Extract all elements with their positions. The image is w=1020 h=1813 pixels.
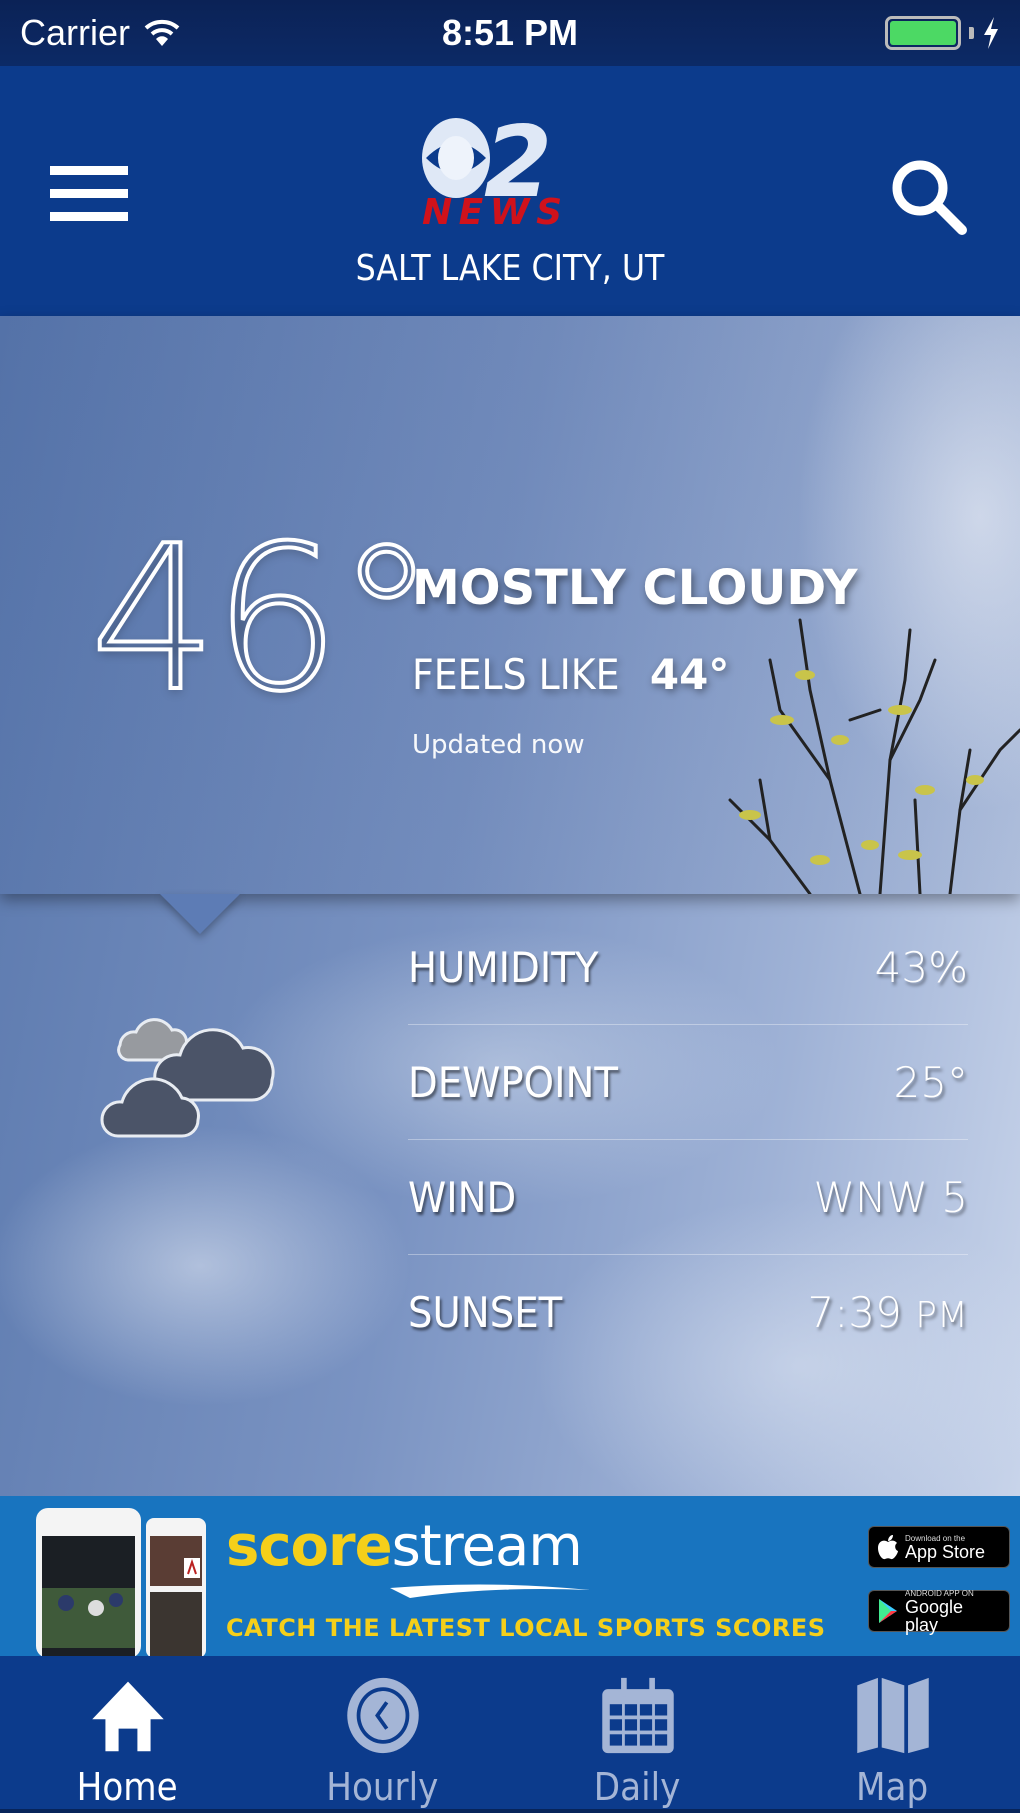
hamburger-menu-icon-bar bbox=[50, 166, 128, 175]
feels-like-value: 44° bbox=[649, 650, 730, 699]
status-right bbox=[885, 16, 1000, 50]
detail-value-text: WNW 5 bbox=[813, 1172, 968, 1222]
apple-icon bbox=[878, 1535, 898, 1560]
feels-like-label: FEELS LIKE bbox=[412, 650, 620, 699]
mostly-cloudy-icon bbox=[100, 1018, 275, 1138]
panel-pointer bbox=[160, 894, 240, 934]
wifi-icon bbox=[144, 19, 180, 46]
detail-row-sunset: SUNSET 7:39 PM bbox=[408, 1255, 968, 1370]
detail-row-dewpoint: DEWPOINT 25° bbox=[408, 1025, 968, 1140]
detail-value-text: 43% bbox=[874, 942, 968, 992]
detail-label: SUNSET bbox=[408, 1288, 563, 1337]
station-logo[interactable]: 2 NEWS bbox=[418, 116, 598, 226]
status-bar: Carrier 8:51 PM bbox=[0, 0, 1020, 66]
logo-news-text: NEWS bbox=[422, 192, 562, 226]
updated-label: Updated now bbox=[412, 730, 585, 760]
detail-row-wind: WIND WNW 5 bbox=[408, 1140, 968, 1255]
detail-value: 25° bbox=[894, 1058, 968, 1107]
tab-label: Map bbox=[856, 1765, 929, 1809]
detail-label: DEWPOINT bbox=[408, 1057, 619, 1107]
tab-label: Home bbox=[77, 1765, 178, 1809]
details-list: HUMIDITY 43% DEWPOINT 25° WIND WNW 5 SUN… bbox=[408, 910, 968, 1370]
ad-swoosh-graphic bbox=[390, 1584, 590, 1598]
app-store-badge[interactable]: Download on the App Store bbox=[868, 1526, 1010, 1568]
charging-bolt-icon bbox=[984, 17, 998, 49]
hamburger-menu-icon-bar bbox=[50, 189, 128, 198]
detail-value: WNW 5 bbox=[813, 1173, 968, 1222]
app-header: 2 NEWS SALT LAKE CITY, UT bbox=[0, 66, 1020, 316]
search-icon[interactable] bbox=[888, 156, 970, 238]
carrier-label: Carrier bbox=[20, 12, 131, 53]
home-icon bbox=[91, 1681, 164, 1752]
detail-label: WIND bbox=[408, 1172, 517, 1222]
status-left: Carrier bbox=[20, 12, 180, 54]
feels-like: FEELS LIKE 44° bbox=[412, 650, 729, 699]
battery-icon bbox=[885, 16, 961, 50]
detail-row-humidity: HUMIDITY 43% bbox=[408, 910, 968, 1025]
battery-fill bbox=[890, 21, 956, 45]
detail-value-text: 7:39 bbox=[807, 1288, 902, 1337]
app-store-big-text: App Store bbox=[905, 1541, 986, 1562]
tab-bar: Home Hourly Daily Map bbox=[0, 1656, 1020, 1813]
tree-branches-image bbox=[728, 618, 1020, 894]
ad-banner[interactable]: scorestream CATCH THE LATEST LOCAL SPORT… bbox=[0, 1496, 1020, 1656]
location-label: SALT LAKE CITY, UT bbox=[355, 248, 665, 289]
ad-brand: scorestream bbox=[226, 1514, 583, 1579]
current-temperature: 46° bbox=[88, 503, 438, 736]
detail-value: 43% bbox=[875, 943, 968, 992]
ad-phones-image bbox=[36, 1508, 206, 1656]
ad-tagline: CATCH THE LATEST LOCAL SPORTS SCORES bbox=[226, 1614, 826, 1642]
tab-daily[interactable]: Daily bbox=[510, 1656, 765, 1809]
ad-brand-stream: stream bbox=[391, 1514, 583, 1579]
tab-home[interactable]: Home bbox=[0, 1656, 255, 1809]
google-play-icon bbox=[878, 1599, 897, 1623]
detail-value-unit: PM bbox=[915, 1295, 968, 1336]
tab-map[interactable]: Map bbox=[765, 1656, 1020, 1809]
google-play-badge[interactable]: ANDROID APP ON Google play bbox=[868, 1589, 1010, 1634]
map-icon bbox=[856, 1677, 929, 1754]
detail-label: HUMIDITY bbox=[408, 942, 599, 992]
menu-button[interactable] bbox=[50, 166, 128, 222]
condition-label: MOSTLY CLOUDY bbox=[412, 560, 858, 616]
google-play-big-text: Google play bbox=[904, 1596, 964, 1635]
ad-brand-score: score bbox=[226, 1514, 393, 1579]
clock-icon bbox=[346, 1677, 419, 1754]
google-play-text: ANDROID APP ON Google play bbox=[905, 1589, 1001, 1634]
calendar-icon bbox=[601, 1677, 674, 1754]
detail-value-text: 25° bbox=[893, 1057, 968, 1107]
tab-label: Hourly bbox=[326, 1765, 439, 1809]
app-store-text: Download on the App Store bbox=[905, 1534, 985, 1561]
tab-hourly[interactable]: Hourly bbox=[255, 1656, 510, 1809]
tab-label: Daily bbox=[594, 1765, 681, 1809]
battery-cap bbox=[969, 27, 974, 39]
detail-value: 7:39 PM bbox=[808, 1288, 968, 1337]
hamburger-menu-icon-bar bbox=[50, 212, 128, 221]
